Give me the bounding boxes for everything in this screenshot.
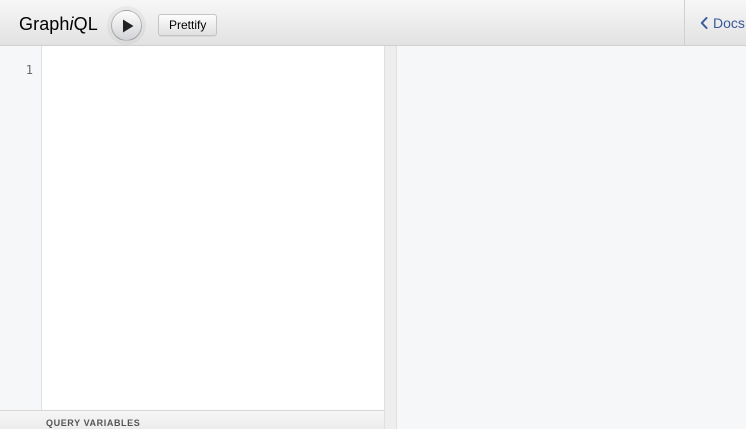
- execute-button[interactable]: [111, 10, 142, 41]
- chevron-left-icon: [700, 17, 708, 29]
- line-number: 1: [25, 63, 33, 77]
- query-editor[interactable]: 1: [0, 46, 384, 410]
- line-number-gutter: 1: [0, 46, 42, 410]
- play-icon: [123, 19, 134, 33]
- docs-label: Docs: [713, 15, 745, 31]
- query-code-area[interactable]: [43, 46, 384, 410]
- app-title: GraphiQL: [19, 14, 98, 35]
- pane-resize-handle[interactable]: [384, 46, 397, 429]
- docs-explorer-bar: Docs: [684, 0, 746, 46]
- prettify-button[interactable]: Prettify: [158, 14, 218, 36]
- query-variables-title: QUERY VARIABLES: [46, 418, 141, 428]
- top-toolbar: GraphiQL Prettify: [0, 0, 684, 46]
- graphiql-app: GraphiQL Prettify Docs 1 QUERY VARIABLES: [0, 0, 746, 429]
- query-variables-bar[interactable]: QUERY VARIABLES: [0, 410, 384, 429]
- result-window: [397, 46, 746, 429]
- docs-button[interactable]: Docs: [700, 15, 745, 31]
- title-suffix: QL: [73, 14, 98, 34]
- title-prefix: Graph: [19, 14, 70, 34]
